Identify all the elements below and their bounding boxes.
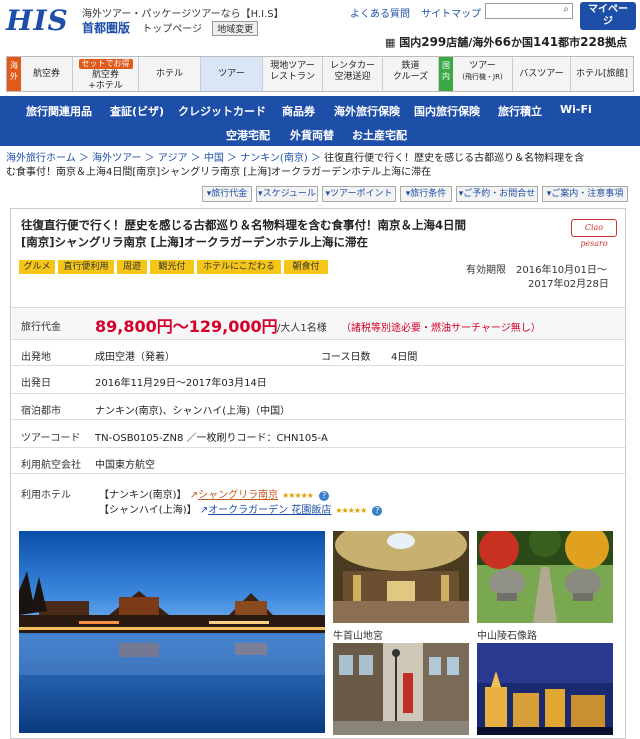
tag-direct-flight: 直行便利用 bbox=[58, 260, 114, 274]
crumb-nanjing[interactable]: ナンキン(南京) bbox=[240, 153, 308, 164]
crumb-china[interactable]: 中国 bbox=[204, 153, 224, 164]
subnav-travel-goods[interactable]: 旅行関連用品 bbox=[26, 103, 92, 119]
tab-tour-points[interactable]: ▾ツアーポイント bbox=[322, 186, 396, 202]
nav-rail-cruise[interactable]: 鉄道 クルーズ bbox=[383, 57, 439, 91]
tag-breakfast: 朝食付 bbox=[284, 260, 328, 274]
region-bar: 首都圏版 トップページ 地域変更 bbox=[82, 19, 259, 36]
photo-street-svg bbox=[333, 643, 469, 735]
faq-link[interactable]: よくある質問 bbox=[350, 9, 410, 20]
tag-sightseeing: 観光付 bbox=[150, 260, 194, 274]
subnav-souvenir-delivery[interactable]: お土産宅配 bbox=[352, 127, 407, 143]
store-count: ▦ 国内299店舗/海外66か国141都市228拠点 bbox=[385, 35, 628, 49]
region-name: 首都圏版 bbox=[82, 21, 131, 35]
tab-price[interactable]: ▾旅行代金 bbox=[202, 186, 252, 202]
old-street-photo[interactable] bbox=[333, 643, 469, 735]
code-row: ツアーコード TN-OSB0105-ZN8 ／一枚刷りコード：CHN105-A bbox=[11, 419, 625, 447]
sub-nav: 旅行関連用品 査証(ビザ) クレジットカード 商品券 海外旅行保険 国内旅行保険… bbox=[0, 96, 640, 146]
validity-period: 有効期限 2016年10月01日〜 2017年02月28日 bbox=[466, 265, 609, 290]
zhongshan-path-photo[interactable] bbox=[477, 531, 613, 623]
crumb-asia[interactable]: アジア bbox=[158, 153, 188, 164]
tag-gourmet: グルメ bbox=[19, 260, 55, 274]
hotel1-link[interactable]: シャングリラ南京 bbox=[198, 490, 278, 501]
breadcrumb: 海外旅行ホーム ＞ 海外ツアー ＞ アジア ＞ 中国 ＞ ナンキン(南京) ＞ … bbox=[6, 153, 585, 178]
main-nav: 海外 航空券 セットでお得 航空券 +ホテル ホテル ツアー 現地ツアー レストラン… bbox=[6, 56, 634, 92]
tag-round-trip: 周遊 bbox=[117, 260, 147, 274]
price-note: （諸税等別途必要・燃油サーチャージ無し） bbox=[341, 323, 541, 334]
site-tagline: 海外ツアー・パッケージツアーなら【H.I.S】 bbox=[82, 9, 284, 20]
region-change-button[interactable]: 地域変更 bbox=[212, 21, 259, 36]
nav-rentacar[interactable]: レンタカー 空港送迎 bbox=[323, 57, 383, 91]
header-links: よくある質問 サイトマップ bbox=[350, 5, 489, 20]
hotel2: 【シャンハイ(上海)】 ↗オークラガーデン 花園飯店 ★★★★★? bbox=[99, 501, 383, 516]
shanghai-bund-photo[interactable] bbox=[477, 643, 613, 735]
tour-title: 往復直行便で行く！歴史を感じる古都巡り＆名物料理を含む食事付！南京＆上海4日間 … bbox=[21, 218, 466, 249]
nav-domestic-hotel[interactable]: ホテル[旅館] bbox=[571, 57, 633, 91]
subnav-gift-card[interactable]: 商品券 bbox=[282, 103, 315, 119]
mypage-label-2: ジ bbox=[603, 16, 613, 27]
subnav-visa[interactable]: 査証(ビザ) bbox=[110, 103, 164, 119]
crumb-overseas-tour[interactable]: 海外ツアー bbox=[92, 153, 141, 164]
tab-reservation[interactable]: ▾ご予約・お問合せ bbox=[456, 186, 538, 202]
hotel1-rating-stars: ★★★★★ bbox=[282, 491, 314, 500]
help-icon[interactable]: ? bbox=[318, 491, 329, 501]
nav-tour[interactable]: ツアー bbox=[201, 57, 263, 91]
nav-flights[interactable]: 航空券 bbox=[21, 57, 73, 91]
photo-bund-svg bbox=[477, 643, 613, 735]
price-row: 旅行代金 89,800円〜129,000円 /大人1名様 （諸税等別途必要・燃油… bbox=[11, 307, 625, 339]
cities-row: 宿泊都市 ナンキン(南京)、シャンハイ(上海)（中国） bbox=[11, 393, 625, 419]
tour-detail-card: 往復直行便で行く！歴史を感じる古都巡り＆名物料理を含む食事付！南京＆上海4日間 … bbox=[10, 208, 626, 739]
tag-hotel-quality: ホテルにこだわる bbox=[197, 260, 281, 274]
tab-schedule[interactable]: ▾スケジュール bbox=[256, 186, 318, 202]
departure-row: 出発地 成田空港（発着） コース日数 4日間 bbox=[11, 339, 625, 365]
sitemap-link[interactable]: サイトマップ bbox=[421, 9, 481, 20]
nanjing-river-photo[interactable] bbox=[19, 531, 325, 733]
mypage-label-1: マイペー bbox=[588, 4, 628, 15]
subnav-credit-card[interactable]: クレジットカード bbox=[178, 103, 266, 119]
stores-icon: ▦ bbox=[385, 36, 400, 49]
price-unit: /大人1名様 bbox=[277, 323, 327, 334]
nav-hotel[interactable]: ホテル bbox=[139, 57, 201, 91]
airline-row: 利用航空会社 中国東方航空 bbox=[11, 447, 625, 473]
crumb-current-1: 往復直行便で行く！歴史を感じる古都巡り＆名物料理を含 bbox=[324, 153, 585, 164]
hotel-row: 利用ホテル 【ナンキン(南京)】 ↗シャングリラ南京 ★★★★★? 【シャンハイ(… bbox=[11, 473, 625, 517]
hotel2-link[interactable]: オークラガーデン 花園飯店 bbox=[208, 505, 331, 516]
date-row: 出発日 2016年11月29日〜2017年03月14日 bbox=[11, 365, 625, 393]
subnav-overseas-insurance[interactable]: 海外旅行保険 bbox=[334, 103, 400, 119]
price-value: 89,800円〜129,000円 bbox=[95, 317, 278, 336]
overseas-tag: 海外 bbox=[7, 57, 21, 91]
subnav-domestic-insurance[interactable]: 国内旅行保険 bbox=[414, 103, 480, 119]
photo-river-svg bbox=[19, 531, 325, 733]
tab-conditions[interactable]: ▾旅行条件 bbox=[400, 186, 452, 202]
crumb-home[interactable]: 海外旅行ホーム bbox=[6, 153, 76, 164]
mypage-button[interactable]: マイペー ジ bbox=[580, 2, 636, 30]
photo-palace-svg bbox=[333, 531, 469, 623]
caption-palace: 牛首山地宮 bbox=[333, 631, 383, 642]
photo-path-svg bbox=[477, 531, 613, 623]
subnav-savings[interactable]: 旅行積立 bbox=[498, 103, 542, 119]
crumb-current-2: む食事付！南京＆上海4日間[南京]シャングリラ南京 [上海]オークラガーデンホテ… bbox=[6, 167, 432, 178]
his-logo[interactable]: HIS bbox=[6, 4, 69, 37]
nav-bus-tour[interactable]: バスツアー bbox=[513, 57, 571, 91]
link-icon: ↗ bbox=[199, 505, 209, 516]
help-icon[interactable]: ? bbox=[372, 506, 383, 516]
subnav-currency-exchange[interactable]: 外貨両替 bbox=[290, 127, 334, 143]
subnav-wifi[interactable]: Wi-Fi bbox=[560, 103, 592, 116]
nav-domestic-tour[interactable]: ツアー (飛行機・JR) bbox=[453, 57, 513, 91]
hotel1: 【ナンキン(南京)】 ↗シャングリラ南京 ★★★★★? bbox=[99, 486, 329, 501]
brand-logo: Ciao pesaro bbox=[571, 219, 617, 248]
search-icon[interactable]: ⌕ bbox=[560, 4, 572, 16]
domestic-tag: 国内 bbox=[439, 57, 453, 91]
tab-notes[interactable]: ▾ご案内・注意事項 bbox=[542, 186, 628, 202]
niushoushan-palace-photo[interactable] bbox=[333, 531, 469, 623]
link-icon: ↗ bbox=[189, 490, 199, 501]
subnav-airport-delivery[interactable]: 空港宅配 bbox=[226, 127, 270, 143]
nav-local-tour[interactable]: 現地ツアー レストラン bbox=[263, 57, 323, 91]
top-page-link[interactable]: トップページ bbox=[142, 24, 202, 35]
set-deal-badge: セットでお得 bbox=[78, 59, 133, 69]
site-header: HIS 海外ツアー・パッケージツアーなら【H.I.S】 首都圏版 トップページ … bbox=[0, 0, 640, 54]
hotel2-rating-stars: ★★★★★ bbox=[335, 506, 367, 515]
nav-flight-hotel[interactable]: セットでお得 航空券 +ホテル bbox=[73, 57, 139, 91]
caption-path: 中山陵石像路 bbox=[477, 631, 537, 642]
